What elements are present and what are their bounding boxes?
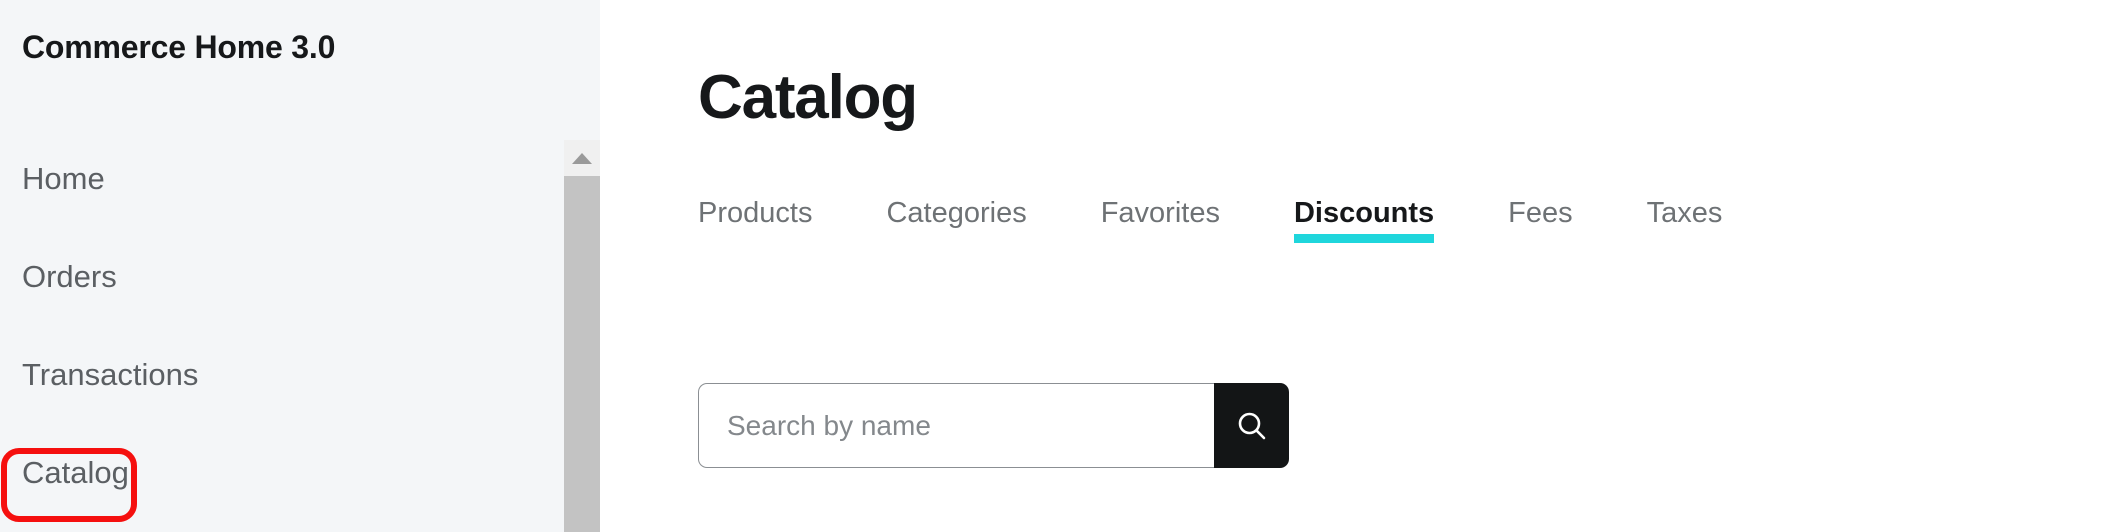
tab-active-underline: [1293, 233, 1435, 243]
tab-discounts[interactable]: Discounts: [1293, 196, 1435, 261]
triangle-up-icon: [572, 152, 592, 164]
search-input[interactable]: [698, 383, 1214, 468]
tab-categories[interactable]: Categories: [886, 196, 1026, 261]
search-icon: [1232, 406, 1272, 446]
tab-label: Categories: [886, 197, 1027, 229]
tab-taxes[interactable]: Taxes: [1647, 196, 1723, 261]
sidebar-item-label: Catalog: [22, 454, 129, 490]
page-title: Catalog: [698, 62, 918, 132]
sidebar-app-title: Commerce Home 3.0: [22, 29, 336, 65]
sidebar-nav: Home Orders Transactions Catalog: [22, 160, 502, 490]
tab-label: Discounts: [1293, 197, 1435, 229]
tab-fees[interactable]: Fees: [1508, 196, 1572, 261]
sidebar-item-label: Home: [22, 160, 105, 196]
sidebar-item-transactions[interactable]: Transactions: [22, 356, 502, 392]
search-submit-button[interactable]: [1214, 383, 1289, 468]
tab-label: Products: [698, 197, 813, 229]
sidebar-item-label: Transactions: [22, 356, 199, 392]
app-shell: Commerce Home 3.0 Home Orders Transactio…: [0, 0, 2120, 532]
sidebar: Commerce Home 3.0 Home Orders Transactio…: [0, 0, 600, 532]
scrollbar-thumb[interactable]: [564, 176, 600, 532]
tab-products[interactable]: Products: [698, 196, 812, 261]
tab-label: Favorites: [1100, 197, 1220, 229]
scroll-up-button[interactable]: [564, 140, 600, 176]
search-row: [698, 383, 1289, 468]
tab-label: Taxes: [1646, 197, 1723, 229]
tab-favorites[interactable]: Favorites: [1101, 196, 1220, 261]
sidebar-item-home[interactable]: Home: [22, 160, 502, 196]
sidebar-scrollbar[interactable]: [564, 140, 600, 532]
sidebar-item-label: Orders: [22, 258, 117, 294]
sidebar-item-orders[interactable]: Orders: [22, 258, 502, 294]
main-content: Catalog Products Categories Favorites Di…: [600, 0, 2120, 532]
catalog-tabbar: Products Categories Favorites Discounts …: [698, 196, 1722, 261]
tab-label: Fees: [1508, 197, 1573, 229]
sidebar-item-catalog[interactable]: Catalog: [22, 454, 502, 490]
